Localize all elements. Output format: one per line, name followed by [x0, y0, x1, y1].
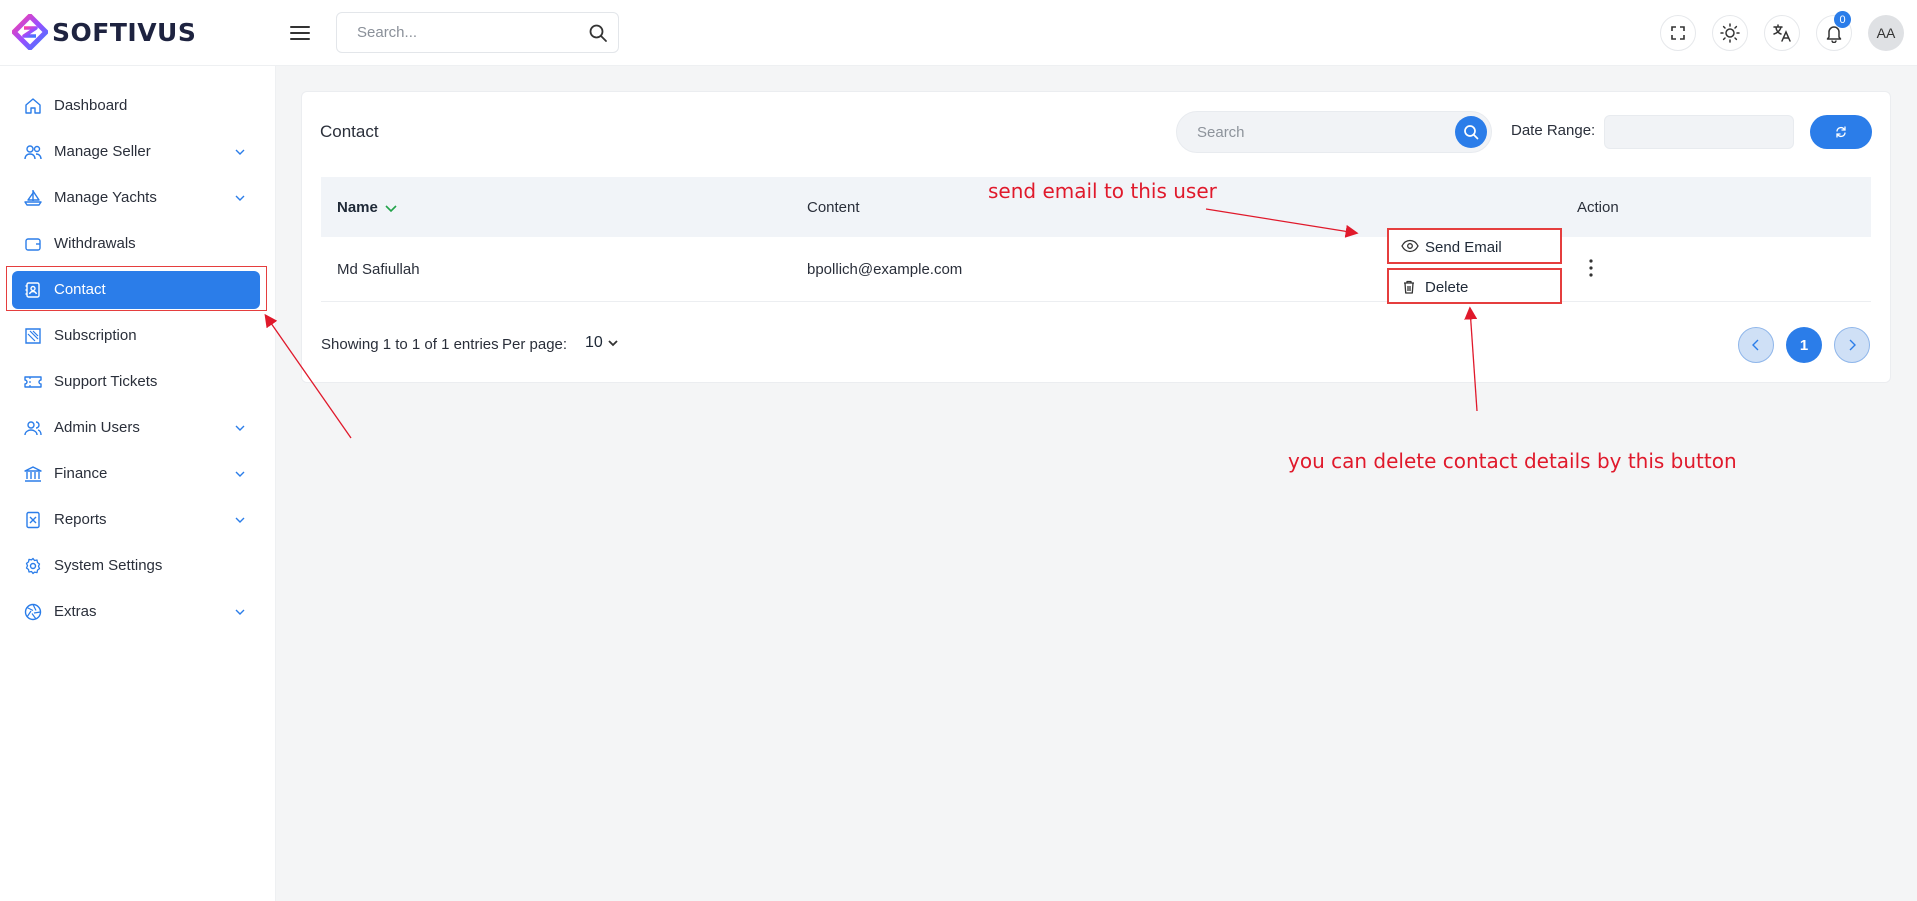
sidebar-item-label: Dashboard	[54, 97, 128, 114]
contact-highlight-box	[6, 266, 267, 311]
delete-annotation: you can delete contact details by this b…	[1288, 449, 1737, 473]
sidebar-item-admin-users[interactable]: Admin Users	[12, 409, 260, 447]
menu-icon	[290, 26, 310, 40]
cell-name: Md Safiullah	[337, 261, 420, 278]
contact-search	[1176, 111, 1492, 153]
sidebar-item-label: Reports	[54, 511, 107, 528]
contact-search-input[interactable]	[1177, 112, 1437, 152]
theme-toggle-button[interactable]	[1712, 15, 1748, 51]
chevron-right-icon	[1849, 339, 1856, 351]
entries-summary: Showing 1 to 1 of 1 entries	[321, 336, 499, 353]
sidebar-item-label: Admin Users	[54, 419, 140, 436]
sidebar-item-label: System Settings	[54, 557, 163, 574]
chevron-down-icon	[235, 471, 245, 477]
delete-menu-item[interactable]: Delete	[1387, 268, 1562, 304]
chevron-down-icon	[235, 609, 245, 615]
sidebar-item-manage-yachts[interactable]: Manage Yachts	[12, 179, 260, 217]
sun-icon	[1720, 23, 1740, 43]
date-range-input[interactable]	[1604, 115, 1794, 149]
fullscreen-icon	[1671, 26, 1685, 40]
search-icon	[1464, 125, 1479, 140]
chevron-left-icon	[1752, 339, 1759, 351]
sidebar-item-subscription[interactable]: Subscription	[12, 317, 260, 355]
aperture-icon	[24, 603, 42, 621]
pagination-next-button[interactable]	[1834, 327, 1870, 363]
sidebar-item-label: Extras	[54, 603, 97, 620]
trash-icon	[1404, 280, 1414, 294]
brand-logo[interactable]: SOFTIVUS	[12, 14, 196, 50]
brand-name: SOFTIVUS	[52, 17, 197, 47]
global-search-input[interactable]	[337, 13, 567, 52]
sailboat-icon	[24, 190, 42, 206]
sidebar-item-reports[interactable]: Reports	[12, 501, 260, 539]
refresh-button[interactable]	[1810, 115, 1872, 149]
eye-icon	[1401, 239, 1419, 253]
page-title: Contact	[320, 122, 379, 141]
fullscreen-button[interactable]	[1660, 15, 1696, 51]
top-bar: SOFTIVUS 0 AA	[0, 0, 1917, 66]
sidebar-item-finance[interactable]: Finance	[12, 455, 260, 493]
users-icon	[24, 145, 42, 160]
column-header-content: Content	[807, 199, 860, 216]
bank-icon	[24, 466, 42, 482]
send-email-menu-item[interactable]: Send Email	[1387, 228, 1562, 264]
pagination-prev-button[interactable]	[1738, 327, 1774, 363]
per-page-value: 10	[585, 334, 603, 351]
sidebar-item-manage-seller[interactable]: Manage Seller	[12, 133, 260, 171]
menu-toggle-button[interactable]	[288, 21, 312, 45]
chevron-down-icon	[235, 149, 245, 155]
sidebar: Dashboard Manage Seller Manage Yachts Wi…	[0, 66, 276, 901]
chevron-down-icon	[235, 425, 245, 431]
per-page-select[interactable]: 10	[585, 334, 619, 352]
column-header-name[interactable]: Name	[337, 199, 398, 216]
sidebar-item-system-settings[interactable]: System Settings	[12, 547, 260, 585]
send-email-annotation: send email to this user	[988, 179, 1217, 203]
global-search	[336, 12, 619, 53]
sidebar-item-withdrawals[interactable]: Withdrawals	[12, 225, 260, 263]
sidebar-item-label: Finance	[54, 465, 108, 482]
sidebar-item-label: Subscription	[54, 327, 137, 344]
pagination-page-button[interactable]: 1	[1786, 327, 1822, 363]
send-email-label: Send Email	[1425, 239, 1502, 256]
home-icon	[25, 98, 41, 114]
chevron-down-icon	[608, 340, 618, 347]
admin-users-icon	[24, 421, 42, 436]
column-header-action: Action	[1577, 199, 1619, 216]
sidebar-item-label: Manage Seller	[54, 143, 151, 160]
refresh-icon	[1836, 126, 1846, 138]
translate-icon	[1773, 24, 1791, 42]
table-row: Md Safiullah bpollich@example.com	[321, 237, 1871, 302]
row-actions-button[interactable]	[1584, 257, 1598, 279]
date-range-label: Date Range:	[1511, 122, 1596, 139]
subscription-icon	[25, 328, 41, 344]
user-avatar[interactable]: AA	[1868, 15, 1904, 51]
chevron-down-icon	[235, 517, 245, 523]
contact-search-button[interactable]	[1455, 116, 1487, 148]
sidebar-item-label: Withdrawals	[54, 235, 136, 252]
language-button[interactable]	[1764, 15, 1800, 51]
delete-label: Delete	[1425, 279, 1469, 296]
gear-icon	[25, 557, 41, 575]
sidebar-item-label: Support Tickets	[54, 373, 158, 390]
sort-chevron-down-icon	[385, 204, 397, 212]
notification-count-badge: 0	[1834, 11, 1851, 28]
per-page-label: Per page:	[502, 336, 568, 353]
column-header-label: Name	[337, 199, 378, 216]
sidebar-item-support-tickets[interactable]: Support Tickets	[12, 363, 260, 401]
search-icon[interactable]	[588, 23, 608, 48]
softivus-logo-icon	[12, 14, 48, 50]
sidebar-item-label: Manage Yachts	[54, 189, 157, 206]
kebab-menu-icon	[1589, 259, 1593, 277]
report-icon	[26, 511, 40, 529]
chevron-down-icon	[235, 195, 245, 201]
wallet-icon	[25, 238, 41, 251]
sidebar-item-extras[interactable]: Extras	[12, 593, 260, 631]
ticket-icon	[24, 376, 42, 388]
cell-content: bpollich@example.com	[807, 261, 963, 278]
sidebar-item-dashboard[interactable]: Dashboard	[12, 87, 260, 125]
